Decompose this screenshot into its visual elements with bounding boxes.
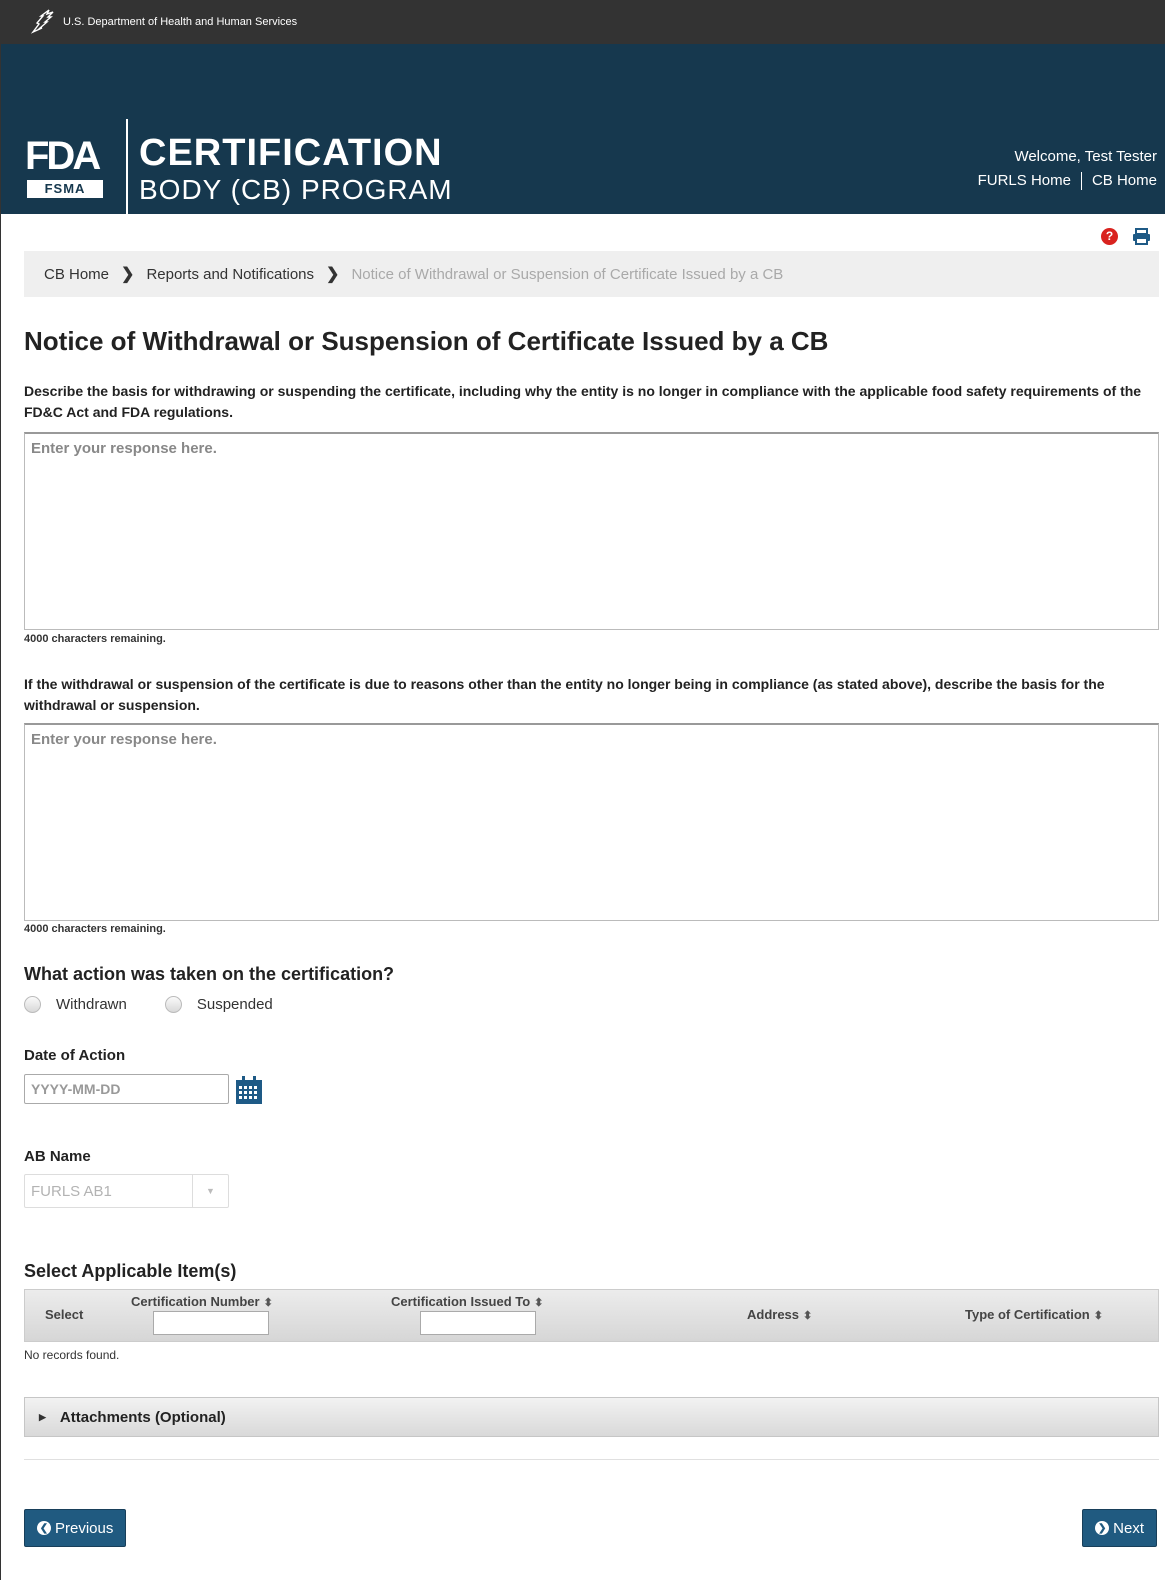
hhs-bar-text: U.S. Department of Health and Human Serv…: [63, 16, 298, 28]
col-address[interactable]: Address ⬍: [747, 1307, 812, 1322]
hhs-bar: U.S. Department of Health and Human Serv…: [1, 0, 1165, 44]
program-title-line2: BODY (CB) PROGRAM: [139, 174, 453, 205]
sort-icon[interactable]: ⬍: [1094, 1310, 1103, 1322]
divider: [24, 1459, 1159, 1460]
arrow-right-circle-icon: ❯: [1095, 1521, 1110, 1535]
site-header: FDA FSMA CERTIFICATION BODY (CB) PROGRAM…: [1, 44, 1165, 219]
expand-triangle-icon: ▶: [39, 1411, 46, 1422]
sort-icon[interactable]: ⬍: [803, 1310, 812, 1322]
header-links: FURLS Home CB Home: [978, 169, 1157, 193]
print-icon[interactable]: [1132, 228, 1151, 245]
ab-name-select[interactable]: FURLS AB1 ▼: [24, 1174, 229, 1208]
action-heading: What action was taken on the certificati…: [24, 964, 395, 984]
action-radio-group: Withdrawn Suspended: [24, 996, 273, 1013]
date-of-action-input[interactable]: YYYY-MM-DD: [24, 1074, 229, 1104]
calendar-icon[interactable]: [235, 1075, 263, 1105]
question1-char-count: 4000 characters remaining.: [24, 633, 166, 645]
question2-char-count: 4000 characters remaining.: [24, 923, 166, 935]
sort-icon[interactable]: ⬍: [534, 1297, 543, 1309]
suspended-label: Suspended: [196, 996, 273, 1013]
certification-issued-to-filter[interactable]: [420, 1311, 536, 1335]
page-tools: ?: [1101, 228, 1151, 245]
furls-home-link[interactable]: FURLS Home: [978, 172, 1071, 189]
breadcrumb-current: Notice of Withdrawal or Suspension of Ce…: [351, 265, 784, 283]
arrow-left-circle-icon: ❮: [37, 1521, 51, 1535]
hhs-eagle-icon: [30, 9, 54, 34]
col-type-of-certification[interactable]: Type of Certification ⬍: [965, 1307, 1103, 1322]
items-table-header: Select Certification Number ⬍ Certificati…: [24, 1289, 1159, 1342]
logo-divider: [126, 119, 128, 219]
col-select: Select: [45, 1307, 84, 1322]
program-title-line1: CERTIFICATION: [139, 132, 443, 174]
chevron-down-icon[interactable]: ▼: [192, 1175, 228, 1207]
user-welcome: Welcome, Test Tester FURLS Home CB Home: [978, 145, 1157, 193]
withdrawn-radio[interactable]: [24, 996, 41, 1013]
col-certification-number[interactable]: Certification Number ⬍: [131, 1294, 273, 1335]
next-button[interactable]: ❯ Next: [1082, 1509, 1157, 1547]
breadcrumb-reports[interactable]: Reports and Notifications: [146, 266, 314, 283]
withdrawn-label: Withdrawn: [56, 996, 127, 1013]
other-basis-textarea[interactable]: Enter your response here.: [24, 723, 1159, 921]
question2-label: If the withdrawal or suspension of the c…: [24, 676, 1105, 713]
suspended-radio[interactable]: [164, 996, 182, 1013]
attachments-label: Attachments (Optional): [59, 1408, 226, 1426]
help-icon[interactable]: ?: [1101, 228, 1118, 245]
attachments-accordion[interactable]: ▶ Attachments (Optional): [24, 1397, 1159, 1437]
no-records-message: No records found.: [24, 1348, 120, 1362]
certification-number-filter[interactable]: [153, 1311, 269, 1335]
page-title: Notice of Withdrawal or Suspension of Ce…: [24, 326, 829, 356]
question1-label: Describe the basis for withdrawing or su…: [24, 383, 1142, 420]
fda-logo: FDA: [25, 134, 101, 178]
welcome-text: Welcome, Test Tester: [1014, 148, 1157, 165]
chevron-right-icon: ❯: [121, 266, 135, 283]
items-table-heading: Select Applicable Item(s): [24, 1261, 237, 1281]
basis-textarea[interactable]: Enter your response here.: [24, 432, 1159, 630]
col-certification-issued-to[interactable]: Certification Issued To ⬍: [391, 1294, 543, 1335]
breadcrumb-cb-home[interactable]: CB Home: [44, 266, 109, 283]
link-separator: [1080, 172, 1082, 191]
sort-icon[interactable]: ⬍: [264, 1297, 273, 1309]
previous-button[interactable]: ❮ Previous: [24, 1509, 127, 1547]
cb-home-link[interactable]: CB Home: [1092, 172, 1157, 189]
breadcrumb: CB Home ❯ Reports and Notifications ❯ No…: [24, 251, 1159, 297]
ab-name-value: FURLS AB1: [31, 1183, 112, 1200]
fsma-logo: FSMA: [27, 180, 103, 198]
chevron-right-icon: ❯: [326, 266, 340, 283]
date-of-action-label: Date of Action: [24, 1047, 126, 1064]
ab-name-label: AB Name: [24, 1148, 91, 1165]
